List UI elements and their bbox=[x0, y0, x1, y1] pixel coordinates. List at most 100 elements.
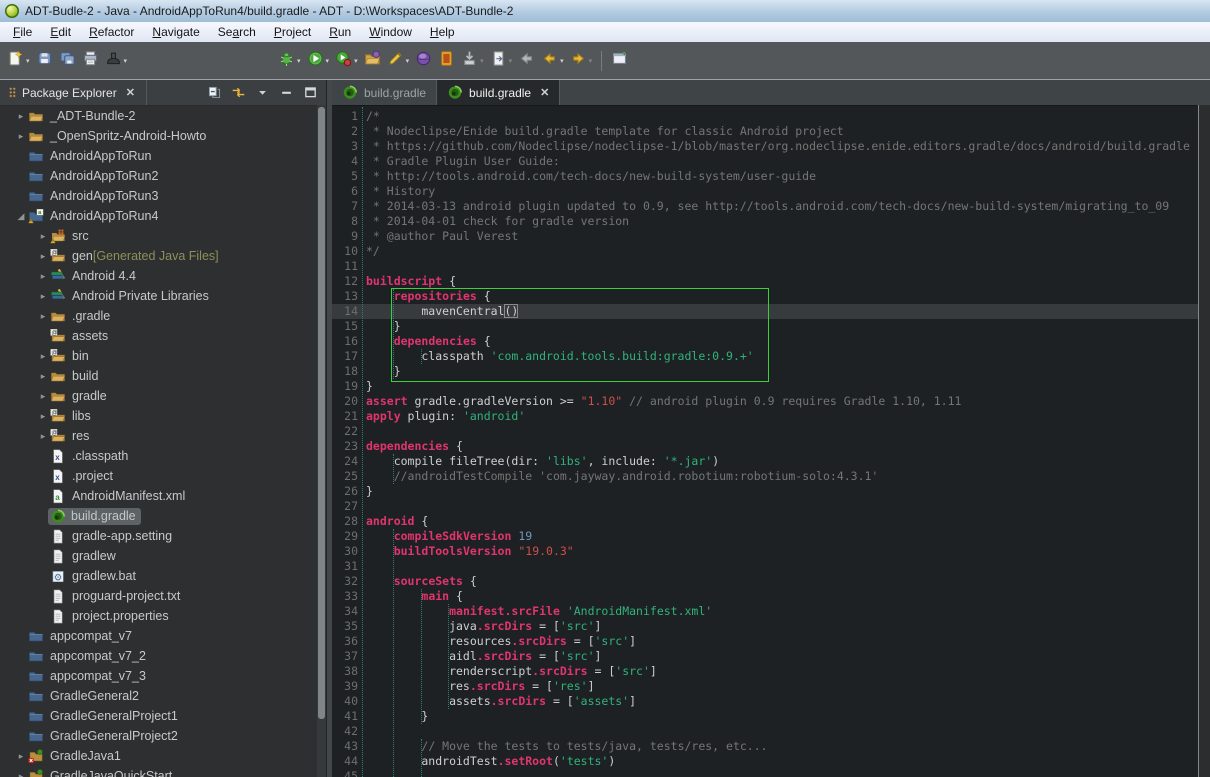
tree-scrollbar-thumb[interactable] bbox=[318, 107, 325, 719]
tree-item-gradlew-bat[interactable]: ⚙gradlew.bat bbox=[0, 566, 317, 586]
tree-item-build-gradle[interactable]: build.gradle bbox=[0, 506, 317, 526]
tree-item-androidapptorun[interactable]: AndroidAppToRun bbox=[0, 146, 317, 166]
external-tools-dropdown-icon[interactable]: ▾ bbox=[124, 57, 128, 65]
tree-item-androidapptorun4[interactable]: ◢aAndroidAppToRun4 bbox=[0, 206, 317, 226]
device-screen-button[interactable] bbox=[436, 48, 457, 74]
checkout-button[interactable]: ▾ bbox=[459, 48, 486, 74]
collapsed-arrow-icon[interactable]: ▸ bbox=[36, 431, 50, 442]
menu-navigate[interactable]: Navigate bbox=[143, 23, 208, 41]
menu-project[interactable]: Project bbox=[265, 23, 320, 41]
tree-item-androidapptorun3[interactable]: AndroidAppToRun3 bbox=[0, 186, 317, 206]
tree-item-gradlejavaquickstart[interactable]: ▸GradleJavaQuickStart bbox=[0, 766, 317, 777]
menu-file[interactable]: File bbox=[4, 23, 41, 41]
forward-button[interactable]: ▾ bbox=[568, 48, 595, 74]
collapsed-arrow-icon[interactable]: ▸ bbox=[36, 311, 50, 322]
run-dropdown-icon[interactable]: ▾ bbox=[326, 57, 330, 65]
menu-search[interactable]: Search bbox=[209, 23, 265, 41]
open-folder-button[interactable] bbox=[362, 48, 383, 74]
tree-item--adt-bundle-2[interactable]: ▸_ADT-Bundle-2 bbox=[0, 106, 317, 126]
collapsed-arrow-icon[interactable]: ▸ bbox=[36, 371, 50, 382]
minimize-icon[interactable] bbox=[279, 85, 294, 100]
collapsed-arrow-icon[interactable]: ▸ bbox=[14, 771, 28, 777]
maximize-icon[interactable] bbox=[303, 85, 318, 100]
tree-item-gradle-app-setting[interactable]: gradle-app.setting bbox=[0, 526, 317, 546]
tree-item--gradle[interactable]: ▸.gradle bbox=[0, 306, 317, 326]
tree-item-proguard-project-txt[interactable]: proguard-project.txt bbox=[0, 586, 317, 606]
last-edit-location-button[interactable] bbox=[609, 48, 630, 74]
run-button[interactable]: ▾ bbox=[305, 48, 332, 74]
tree-item-gradle[interactable]: ▸gradle bbox=[0, 386, 317, 406]
overview-ruler[interactable] bbox=[1198, 105, 1210, 777]
run-history-dropdown-icon[interactable]: ▾ bbox=[354, 57, 358, 65]
tree-item-gradlegeneral2[interactable]: GradleGeneral2 bbox=[0, 686, 317, 706]
tree-item-gradlew[interactable]: gradlew bbox=[0, 546, 317, 566]
menu-edit[interactable]: Edit bbox=[41, 23, 80, 41]
tree-item-gradlegeneralproject1[interactable]: GradleGeneralProject1 bbox=[0, 706, 317, 726]
collapsed-arrow-icon[interactable]: ▸ bbox=[14, 131, 28, 142]
tree-item-appcompat-v7-2[interactable]: appcompat_v7_2 bbox=[0, 646, 317, 666]
save-all-button[interactable] bbox=[57, 48, 78, 74]
view-drag-handle-icon[interactable] bbox=[9, 87, 16, 98]
tree-item--classpath[interactable]: x.classpath bbox=[0, 446, 317, 466]
next-edit-button[interactable]: ▾ bbox=[488, 48, 515, 74]
tree-item--project[interactable]: x.project bbox=[0, 466, 317, 486]
view-menu-icon[interactable] bbox=[255, 85, 270, 100]
checkout-dropdown-icon[interactable]: ▾ bbox=[480, 57, 484, 65]
link-editor-icon[interactable] bbox=[231, 85, 246, 100]
tree-item--openspritz-android-howto[interactable]: ▸_OpenSpritz-Android-Howto bbox=[0, 126, 317, 146]
debug-dropdown-icon[interactable]: ▾ bbox=[297, 57, 301, 65]
tree-item-gen[interactable]: ▸@gen [Generated Java Files] bbox=[0, 246, 317, 266]
tree-item-android-4-4[interactable]: ▸Android 4.4 bbox=[0, 266, 317, 286]
new-wizard-button[interactable]: ▾ bbox=[5, 48, 32, 74]
collapsed-arrow-icon[interactable]: ▸ bbox=[36, 411, 50, 422]
tree-item-appcompat-v7-3[interactable]: appcompat_v7_3 bbox=[0, 666, 317, 686]
collapsed-arrow-icon[interactable]: ▸ bbox=[14, 751, 28, 762]
collapsed-arrow-icon[interactable]: ▸ bbox=[36, 291, 50, 302]
tree-item-androidapptorun2[interactable]: AndroidAppToRun2 bbox=[0, 166, 317, 186]
tree-item-android-private-libraries[interactable]: ▸Android Private Libraries bbox=[0, 286, 317, 306]
close-icon[interactable]: ✕ bbox=[126, 86, 135, 99]
collapse-all-icon[interactable] bbox=[207, 85, 222, 100]
menu-window[interactable]: Window bbox=[360, 23, 421, 41]
tree-item-project-properties[interactable]: project.properties bbox=[0, 606, 317, 626]
debug-button[interactable]: ▾ bbox=[276, 48, 303, 74]
back-button[interactable]: ▾ bbox=[539, 48, 566, 74]
tree-item-src[interactable]: ▸src bbox=[0, 226, 317, 246]
menu-refactor[interactable]: Refactor bbox=[80, 23, 143, 41]
tree-item-res[interactable]: ▸@res bbox=[0, 426, 317, 446]
tree-item-libs[interactable]: ▸@libs bbox=[0, 406, 317, 426]
pencil-button[interactable]: ▾ bbox=[385, 48, 412, 74]
collapsed-arrow-icon[interactable]: ▸ bbox=[36, 231, 50, 242]
back-disabled-button[interactable] bbox=[516, 48, 537, 74]
next-edit-dropdown-icon[interactable]: ▾ bbox=[509, 57, 513, 65]
package-explorer-tab[interactable]: Package Explorer ✕ bbox=[0, 80, 144, 105]
tree-item-androidmanifest-xml[interactable]: aAndroidManifest.xml bbox=[0, 486, 317, 506]
save-button[interactable] bbox=[34, 48, 55, 74]
expanded-arrow-icon[interactable]: ◢ bbox=[14, 211, 28, 222]
menu-run[interactable]: Run bbox=[320, 23, 360, 41]
editor-tab-build-gradle-2[interactable]: build.gradle✕ bbox=[437, 80, 560, 105]
tree-item-gradlejava1[interactable]: ▸GradleJava1 bbox=[0, 746, 317, 766]
print-button[interactable] bbox=[80, 48, 101, 74]
collapsed-arrow-icon[interactable]: ▸ bbox=[36, 271, 50, 282]
pencil-dropdown-icon[interactable]: ▾ bbox=[406, 57, 410, 65]
back-dropdown-icon[interactable]: ▾ bbox=[560, 57, 564, 65]
tree-scrollbar[interactable] bbox=[317, 105, 326, 777]
collapsed-arrow-icon[interactable]: ▸ bbox=[36, 391, 50, 402]
tree-item-assets[interactable]: @assets bbox=[0, 326, 317, 346]
run-history-button[interactable]: ▾ bbox=[333, 48, 360, 74]
collapsed-arrow-icon[interactable]: ▸ bbox=[36, 351, 50, 362]
opengl-sphere-button[interactable] bbox=[413, 48, 434, 74]
close-icon[interactable]: ✕ bbox=[540, 86, 549, 99]
tree-item-appcompat-v7[interactable]: appcompat_v7 bbox=[0, 626, 317, 646]
tree-item-build[interactable]: ▸build bbox=[0, 366, 317, 386]
external-tools-button[interactable]: ▾ bbox=[103, 48, 130, 74]
tree-item-gradlegeneralproject2[interactable]: GradleGeneralProject2 bbox=[0, 726, 317, 746]
collapsed-arrow-icon[interactable]: ▸ bbox=[36, 251, 50, 262]
editor-tab-build-gradle-1[interactable]: build.gradle bbox=[332, 80, 437, 105]
new-wizard-dropdown-icon[interactable]: ▾ bbox=[26, 57, 30, 65]
collapsed-arrow-icon[interactable]: ▸ bbox=[14, 111, 28, 122]
tree-item-bin[interactable]: ▸@bin bbox=[0, 346, 317, 366]
menu-help[interactable]: Help bbox=[421, 23, 464, 41]
code-editor[interactable]: 1234567891011121314151617181920212223242… bbox=[332, 105, 1199, 777]
